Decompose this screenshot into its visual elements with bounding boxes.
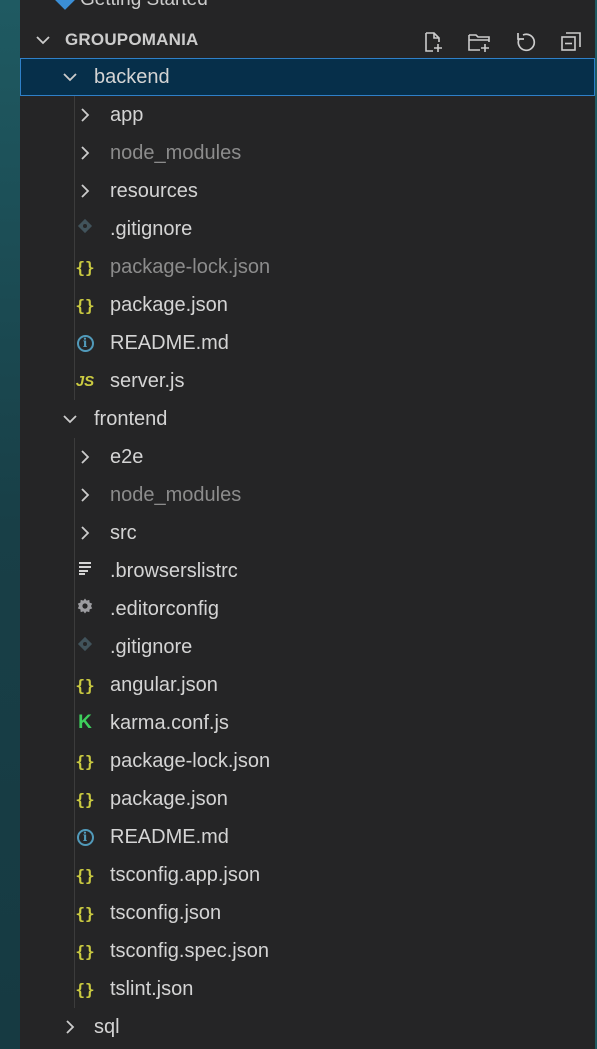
- tree-item-label: tsconfig.spec.json: [110, 940, 269, 962]
- chevron-right-icon: [75, 447, 95, 467]
- tree-item-label: resources: [110, 180, 198, 202]
- collapse-all-icon[interactable]: [559, 30, 583, 54]
- tree-file-row[interactable]: {} tsconfig.spec.json: [20, 932, 595, 970]
- json-icon: {}: [75, 941, 95, 961]
- karma-icon: K: [78, 712, 92, 733]
- tree-file-row[interactable]: {} tsconfig.json: [20, 894, 595, 932]
- tree-item-label: angular.json: [110, 674, 218, 696]
- lines-icon: [75, 561, 95, 581]
- tree-folder-row[interactable]: app: [20, 96, 595, 134]
- gear-icon: [75, 598, 95, 619]
- new-folder-icon[interactable]: [467, 30, 491, 54]
- chevron-right-icon: [75, 181, 95, 201]
- tree-file-row[interactable]: {} tsconfig.app.json: [20, 856, 595, 894]
- tree-file-row[interactable]: JS server.js: [20, 362, 595, 400]
- tree-item-label: package.json: [110, 294, 228, 316]
- tree-item-label: karma.conf.js: [110, 712, 229, 734]
- tree-item-label: server.js: [110, 370, 185, 392]
- workspace-title: GROUPOMANIA: [65, 30, 199, 49]
- tree-folder-row[interactable]: sql: [20, 1008, 595, 1046]
- info-icon: i: [75, 333, 95, 353]
- json-icon: {}: [75, 751, 95, 771]
- tree-file-row[interactable]: {} tslint.json: [20, 970, 595, 1008]
- tree-item-label: backend: [94, 66, 170, 88]
- tree-folder-row[interactable]: src: [20, 514, 595, 552]
- tree-file-row[interactable]: i README.md: [20, 818, 595, 856]
- tree-file-row[interactable]: {} package.json: [20, 286, 595, 324]
- json-icon: {}: [75, 979, 95, 999]
- tree-item-label: node_modules: [110, 484, 242, 506]
- json-icon: {}: [75, 865, 95, 885]
- chevron-right-icon: [75, 105, 95, 125]
- workspace-section-header[interactable]: GROUPOMANIA: [20, 22, 595, 58]
- file-tree: backend app node_modules resources .gitignor…: [20, 58, 595, 1046]
- tree-file-row[interactable]: Kkarma.conf.js: [20, 704, 595, 742]
- tree-item-label: node_modules: [110, 142, 242, 164]
- explorer-panel: Getting Started GROUPOMANIA: [20, 0, 595, 1049]
- tree-item-label: package.json: [110, 788, 228, 810]
- tree-folder-row[interactable]: node_modules: [20, 134, 595, 172]
- chevron-down-icon: [60, 67, 80, 87]
- tree-item-label: package-lock.json: [110, 750, 271, 772]
- tree-file-row[interactable]: {} angular.json: [20, 666, 595, 704]
- tree-item-label: .editorconfig: [110, 598, 219, 620]
- chevron-right-icon: [75, 143, 95, 163]
- tree-item-label: .browserslistrc: [110, 560, 238, 582]
- tree-folder-row[interactable]: node_modules: [20, 476, 595, 514]
- tree-item-label: .gitignore: [110, 636, 193, 658]
- tree-item-label: e2e: [110, 446, 144, 468]
- json-icon: {}: [75, 675, 95, 695]
- refresh-icon[interactable]: [513, 30, 537, 54]
- tree-item-label: README.md: [110, 332, 229, 354]
- json-icon: {}: [75, 257, 95, 277]
- info-icon: i: [75, 827, 95, 847]
- vscode-icon: [55, 0, 75, 10]
- tree-file-row[interactable]: .browserslistrc: [20, 552, 595, 590]
- chevron-right-icon: [60, 1017, 80, 1037]
- js-icon: JS: [75, 372, 95, 390]
- tree-folder-row[interactable]: resources: [20, 172, 595, 210]
- tree-item-label: tsconfig.json: [110, 902, 222, 924]
- chevron-down-icon: [36, 36, 50, 45]
- tree-item-label: .gitignore: [110, 218, 193, 240]
- tree-file-row[interactable]: {} package-lock.json: [20, 248, 595, 286]
- tree-folder-row[interactable]: frontend: [20, 400, 595, 438]
- git-icon: [75, 636, 95, 657]
- tree-item-label: tsconfig.app.json: [110, 864, 261, 886]
- tree-item-label: README.md: [110, 826, 229, 848]
- explorer-actions: [421, 30, 583, 54]
- getting-started-label: Getting Started: [80, 0, 208, 12]
- tree-file-row[interactable]: .editorconfig: [20, 590, 595, 628]
- chevron-down-icon: [60, 409, 80, 429]
- tree-folder-row[interactable]: e2e: [20, 438, 595, 476]
- tree-file-row[interactable]: {} package.json: [20, 780, 595, 818]
- chevron-right-icon: [75, 485, 95, 505]
- getting-started-item[interactable]: Getting Started: [55, 0, 208, 12]
- git-icon: [75, 218, 95, 239]
- tree-item-label: frontend: [94, 408, 168, 430]
- new-file-icon[interactable]: [421, 30, 445, 54]
- tree-item-label: package-lock.json: [110, 256, 271, 278]
- json-icon: {}: [75, 789, 95, 809]
- json-icon: {}: [75, 295, 95, 315]
- tree-file-row[interactable]: .gitignore: [20, 210, 595, 248]
- tree-item-label: app: [110, 104, 144, 126]
- tree-file-row[interactable]: {} package-lock.json: [20, 742, 595, 780]
- json-icon: {}: [75, 903, 95, 923]
- tree-file-row[interactable]: i README.md: [20, 324, 595, 362]
- tree-item-label: tslint.json: [110, 978, 194, 1000]
- window-frame-left: [0, 0, 20, 1049]
- tree-item-label: sql: [94, 1016, 120, 1038]
- tree-item-label: src: [110, 522, 137, 544]
- chevron-right-icon: [75, 523, 95, 543]
- tree-folder-row[interactable]: backend: [20, 58, 595, 96]
- tree-file-row[interactable]: .gitignore: [20, 628, 595, 666]
